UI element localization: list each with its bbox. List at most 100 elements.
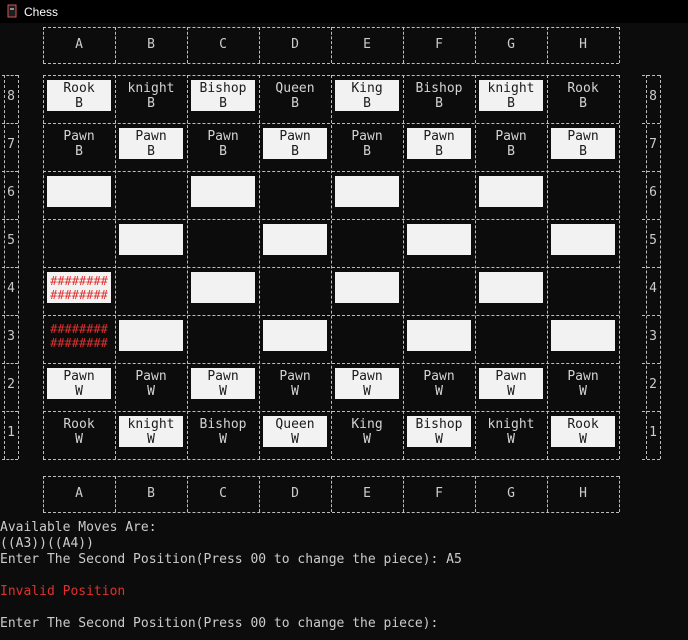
- square-c1[interactable]: Bishop W: [191, 416, 255, 447]
- square-b7[interactable]: Pawn B: [119, 128, 183, 159]
- square-d8[interactable]: Queen B: [263, 80, 327, 111]
- square-g4[interactable]: [479, 272, 543, 303]
- square-f5[interactable]: [407, 224, 471, 255]
- board-column-border: [43, 75, 44, 459]
- piece-color: W: [291, 383, 299, 399]
- square-d3[interactable]: [263, 320, 327, 351]
- square-b8[interactable]: knight B: [119, 80, 183, 111]
- square-b6[interactable]: [119, 176, 183, 207]
- square-h6[interactable]: [551, 176, 615, 207]
- square-h4[interactable]: [551, 272, 615, 303]
- square-c6[interactable]: [191, 176, 255, 207]
- square-c4[interactable]: [191, 272, 255, 303]
- square-b5[interactable]: [119, 224, 183, 255]
- rank-strip-edge: [4, 75, 5, 459]
- piece-name: knight: [127, 80, 175, 96]
- piece-name: King: [351, 416, 383, 432]
- square-e5[interactable]: [335, 224, 399, 255]
- rank-label-right-3: 3: [649, 329, 657, 344]
- square-d7[interactable]: Pawn B: [263, 128, 327, 159]
- piece-name: Rook: [63, 416, 95, 432]
- square-a1[interactable]: Rook W: [47, 416, 111, 447]
- file-bar-bottom-border: [43, 512, 619, 513]
- available-moves-header: Available Moves Are:: [0, 520, 157, 535]
- square-e2[interactable]: Pawn W: [335, 368, 399, 399]
- square-e7[interactable]: Pawn B: [335, 128, 399, 159]
- rank-label-left-2: 2: [7, 377, 15, 392]
- piece-name: Pawn: [567, 128, 599, 144]
- square-f3[interactable]: [407, 320, 471, 351]
- piece-name: knight: [487, 416, 535, 432]
- rank-label-left-8: 8: [7, 89, 15, 104]
- piece-name: Rook: [567, 80, 599, 96]
- piece-color: B: [219, 95, 227, 111]
- second-position-prompt-current[interactable]: Enter The Second Position(Press 00 to ch…: [0, 616, 438, 632]
- square-a8[interactable]: Rook B: [47, 80, 111, 111]
- square-d1[interactable]: Queen W: [263, 416, 327, 447]
- piece-color: B: [507, 95, 515, 111]
- square-a3[interactable]: ######## ########: [47, 320, 111, 351]
- square-e4[interactable]: [335, 272, 399, 303]
- square-d6[interactable]: [263, 176, 327, 207]
- square-h3[interactable]: [551, 320, 615, 351]
- square-f2[interactable]: Pawn W: [407, 368, 471, 399]
- square-a2[interactable]: Pawn W: [47, 368, 111, 399]
- piece-color: B: [579, 143, 587, 159]
- board-column-border: [403, 75, 404, 459]
- square-e3[interactable]: [335, 320, 399, 351]
- square-c8[interactable]: Bishop B: [191, 80, 255, 111]
- square-e6[interactable]: [335, 176, 399, 207]
- square-c7[interactable]: Pawn B: [191, 128, 255, 159]
- square-b4[interactable]: [119, 272, 183, 303]
- square-h5[interactable]: [551, 224, 615, 255]
- file-label-g: G: [507, 486, 515, 501]
- square-e1[interactable]: King W: [335, 416, 399, 447]
- square-d4[interactable]: [263, 272, 327, 303]
- square-h1[interactable]: Rook W: [551, 416, 615, 447]
- square-a7[interactable]: Pawn B: [47, 128, 111, 159]
- square-h2[interactable]: Pawn W: [551, 368, 615, 399]
- possible-move-marker: ########: [50, 321, 108, 336]
- square-g2[interactable]: Pawn W: [479, 368, 543, 399]
- square-h8[interactable]: Rook B: [551, 80, 615, 111]
- piece-name: Pawn: [135, 368, 167, 384]
- file-label-a: A: [75, 486, 83, 501]
- file-label-e: E: [363, 486, 371, 501]
- board-row-border: [43, 459, 619, 460]
- square-a5[interactable]: [47, 224, 111, 255]
- square-a6[interactable]: [47, 176, 111, 207]
- square-f4[interactable]: [407, 272, 471, 303]
- square-g1[interactable]: knight W: [479, 416, 543, 447]
- square-a4[interactable]: ######## ########: [47, 272, 111, 303]
- square-g3[interactable]: [479, 320, 543, 351]
- square-g7[interactable]: Pawn B: [479, 128, 543, 159]
- piece-color: B: [507, 143, 515, 159]
- square-g6[interactable]: [479, 176, 543, 207]
- square-f7[interactable]: Pawn B: [407, 128, 471, 159]
- piece-color: B: [435, 95, 443, 111]
- possible-move-marker: ########: [50, 335, 108, 350]
- square-c2[interactable]: Pawn W: [191, 368, 255, 399]
- square-g8[interactable]: knight B: [479, 80, 543, 111]
- square-g5[interactable]: [479, 224, 543, 255]
- rank-label-left-3: 3: [7, 329, 15, 344]
- rank-label-right-7: 7: [649, 137, 657, 152]
- square-f1[interactable]: Bishop W: [407, 416, 471, 447]
- square-b1[interactable]: knight W: [119, 416, 183, 447]
- rank-strip-border: [642, 75, 660, 76]
- square-h7[interactable]: Pawn B: [551, 128, 615, 159]
- available-moves-list: ((A3))((A4)): [0, 536, 94, 551]
- square-e8[interactable]: King B: [335, 80, 399, 111]
- piece-color: B: [219, 143, 227, 159]
- file-label-h: H: [579, 37, 587, 52]
- square-b2[interactable]: Pawn W: [119, 368, 183, 399]
- piece-name: Pawn: [207, 128, 239, 144]
- square-f6[interactable]: [407, 176, 471, 207]
- square-c5[interactable]: [191, 224, 255, 255]
- square-b3[interactable]: [119, 320, 183, 351]
- square-f8[interactable]: Bishop B: [407, 80, 471, 111]
- square-d5[interactable]: [263, 224, 327, 255]
- square-c3[interactable]: [191, 320, 255, 351]
- square-d2[interactable]: Pawn W: [263, 368, 327, 399]
- rank-strip-border: [2, 459, 18, 460]
